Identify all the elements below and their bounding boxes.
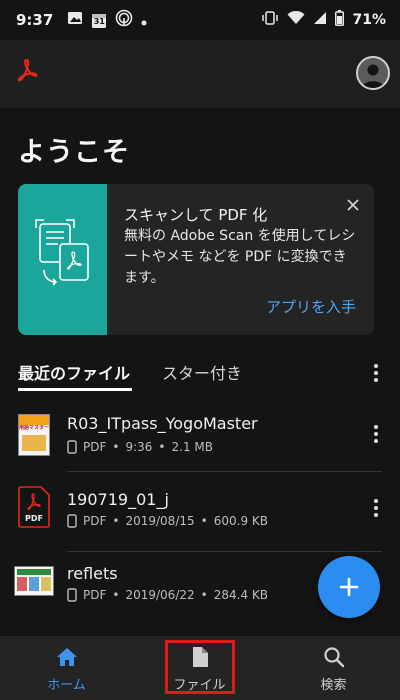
page-title: ようこそ [18, 137, 130, 168]
file-type: PDF [83, 440, 107, 454]
file-meta: PDF • 9:36 • 2.1 MB [67, 440, 213, 454]
file-size: 2.1 MB [171, 440, 213, 454]
meta-separator: • [112, 588, 120, 602]
more-vertical-icon [374, 425, 378, 443]
file-meta: PDF • 2019/08/15 • 600.9 KB [67, 514, 268, 528]
file-meta: PDF • 2019/06/22 • 284.4 KB [67, 588, 268, 602]
search-icon [323, 647, 344, 668]
thumbnail-caption: 用語マスター [19, 425, 49, 431]
plus-icon [339, 577, 359, 597]
phone-storage-icon [67, 514, 77, 528]
file-list-item[interactable]: 用語マスター R03_ITpass_YogoMaster PDF • 9:36 … [0, 392, 400, 472]
nav-search[interactable]: 検索 [267, 636, 400, 700]
file-thumbnail [14, 566, 54, 596]
nav-search-label: 検索 [320, 678, 347, 693]
status-bar: 9:37 31 71% [0, 0, 400, 40]
calendar-icon: 31 [91, 12, 107, 29]
file-more-button[interactable] [366, 496, 386, 520]
promo-body: 無料の Adobe Scan を使用してレシートやメモ などを PDF に変換で… [124, 228, 356, 286]
phone-storage-icon [67, 440, 77, 454]
scan-illustration [18, 184, 107, 335]
pdf-label: PDF [25, 514, 43, 523]
app-header [0, 40, 400, 108]
file-thumbnail: 用語マスター [18, 414, 50, 456]
nav-home-label: ホーム [47, 678, 86, 693]
close-promo-button[interactable] [344, 196, 362, 214]
pdf-file-icon: PDF [18, 486, 50, 528]
tab-recent-files[interactable]: 最近のファイル [18, 360, 130, 384]
file-name: 190719_01_j [67, 490, 169, 509]
meta-separator: • [158, 440, 166, 454]
tabs-more-button[interactable] [366, 361, 386, 385]
highlight-box [165, 640, 235, 694]
add-fab-button[interactable] [318, 556, 380, 618]
file-date: 9:36 [125, 440, 153, 454]
image-icon [67, 10, 83, 30]
more-vertical-icon [374, 364, 378, 382]
get-app-link[interactable]: アプリを入手 [266, 296, 356, 317]
nfc-icon [115, 9, 133, 31]
scan-promo-card[interactable]: スキャンして PDF 化 無料の Adobe Scan を使用してレシートやメモ… [18, 184, 374, 335]
file-name: reflets [67, 564, 118, 583]
file-date: 2019/06/22 [125, 588, 195, 602]
calendar-day: 31 [93, 16, 105, 26]
dot-icon [141, 11, 147, 30]
meta-separator: • [200, 588, 208, 602]
file-size: 284.4 KB [213, 588, 268, 602]
file-list-item[interactable]: PDF 190719_01_j PDF • 2019/08/15 • 600.9… [0, 472, 400, 552]
file-tabs: 最近のファイル スター付き [0, 355, 400, 395]
vibrate-icon [261, 10, 279, 30]
meta-separator: • [112, 514, 120, 528]
scan-document-icon [35, 219, 89, 286]
close-icon [347, 199, 359, 211]
home-icon [56, 648, 77, 666]
meta-separator: • [112, 440, 120, 454]
file-more-button[interactable] [366, 422, 386, 446]
tab-starred[interactable]: スター付き [162, 360, 242, 384]
phone-storage-icon [67, 588, 77, 602]
meta-separator: • [200, 514, 208, 528]
battery-percent: 71% [352, 12, 386, 28]
battery-icon [335, 10, 345, 30]
more-vertical-icon [374, 499, 378, 517]
profile-avatar-button[interactable] [356, 56, 390, 90]
status-time: 9:37 [16, 11, 54, 29]
file-name: R03_ITpass_YogoMaster [67, 414, 258, 433]
file-type: PDF [83, 588, 107, 602]
nav-home[interactable]: ホーム [0, 636, 133, 700]
profile-avatar-icon [362, 64, 384, 88]
acrobat-logo-icon [16, 58, 38, 86]
file-type: PDF [83, 514, 107, 528]
wifi-icon [287, 10, 305, 29]
file-date: 2019/08/15 [125, 514, 195, 528]
file-size: 600.9 KB [213, 514, 268, 528]
promo-title: スキャンして PDF 化 [124, 206, 268, 224]
active-tab-indicator [18, 388, 132, 391]
signal-icon [313, 11, 327, 29]
